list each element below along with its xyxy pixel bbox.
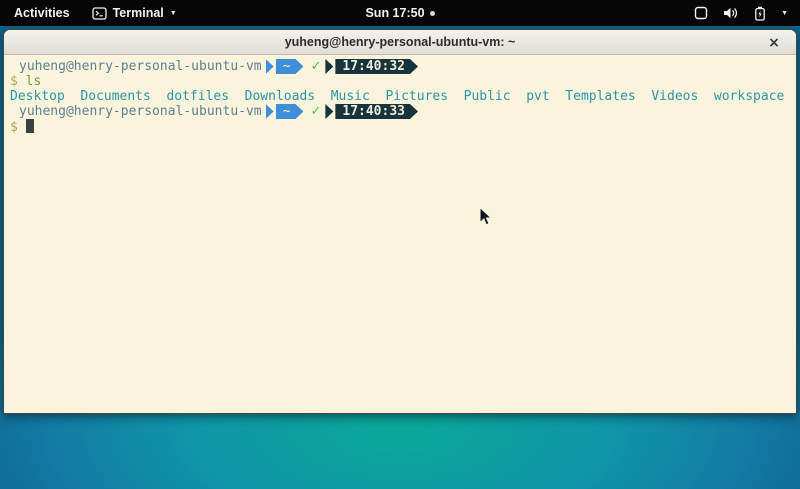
directory-name: Music (331, 89, 370, 104)
top-bar: Activities Terminal ▼ Sun 17:50 (0, 0, 800, 26)
directory-name: Downloads (245, 89, 315, 104)
top-bar-left: Activities Terminal ▼ (0, 6, 177, 20)
app-menu-terminal[interactable]: Terminal ▼ (92, 6, 177, 20)
directory-name: Documents (80, 89, 150, 104)
close-button[interactable]: × (764, 30, 784, 55)
directory-name: dotfiles (166, 89, 229, 104)
prompt-time-segment: 17:40:33 (335, 104, 418, 119)
prompt-line: yuheng@henry-personal-ubuntu-vm ~ ✓ 17:4… (10, 59, 794, 74)
directory-name: workspace (714, 89, 784, 104)
app-menu-label: Terminal (113, 6, 164, 20)
ls-output-line: Desktop Documents dotfiles Downloads Music Pi… (10, 89, 794, 104)
chevron-down-icon: ▼ (781, 10, 788, 17)
command-line: $ ls (10, 74, 794, 89)
system-status-area[interactable]: ▼ (694, 6, 800, 21)
prompt-symbol: $ (10, 120, 18, 135)
directory-name: Pictures (385, 89, 448, 104)
terminal-icon (92, 7, 107, 20)
powerline-arrow-icon (325, 59, 333, 74)
prompt-symbol: $ (10, 74, 18, 89)
prompt-user-host: yuheng@henry-personal-ubuntu-vm (19, 59, 262, 74)
prompt-path-segment: ~ (276, 59, 304, 74)
directory-name: pvt (526, 89, 549, 104)
input-line: $ (10, 119, 794, 134)
chevron-down-icon: ▼ (170, 10, 177, 17)
prompt-time-segment: 17:40:32 (335, 59, 418, 74)
status-check-icon: ✓ (310, 104, 321, 119)
notification-dot-icon (430, 11, 435, 16)
window-titlebar[interactable]: yuheng@henry-personal-ubuntu-vm: ~ × (4, 30, 796, 55)
window-title: yuheng@henry-personal-ubuntu-vm: ~ (285, 35, 516, 49)
command-text: ls (26, 74, 42, 89)
volume-icon (723, 6, 739, 20)
screen-icon (694, 6, 708, 20)
directory-name: Public (464, 89, 511, 104)
powerline-arrow-icon (266, 104, 274, 119)
terminal-screen[interactable]: yuheng@henry-personal-ubuntu-vm ~ ✓ 17:4… (4, 55, 796, 413)
prompt-user-host: yuheng@henry-personal-ubuntu-vm (19, 104, 262, 119)
activities-button[interactable]: Activities (10, 6, 74, 20)
terminal-window: yuheng@henry-personal-ubuntu-vm: ~ × yuh… (3, 29, 797, 414)
prompt-path-segment: ~ (276, 104, 304, 119)
clock[interactable]: Sun 17:50 (365, 6, 424, 20)
directory-name: Desktop (10, 89, 65, 104)
prompt-line: yuheng@henry-personal-ubuntu-vm ~ ✓ 17:4… (10, 104, 794, 119)
battery-charging-icon (754, 6, 766, 21)
directory-name: Templates (565, 89, 635, 104)
directory-name: Videos (651, 89, 698, 104)
status-check-icon: ✓ (310, 59, 321, 74)
terminal-cursor (26, 119, 34, 133)
powerline-arrow-icon (325, 104, 333, 119)
powerline-arrow-icon (266, 59, 274, 74)
